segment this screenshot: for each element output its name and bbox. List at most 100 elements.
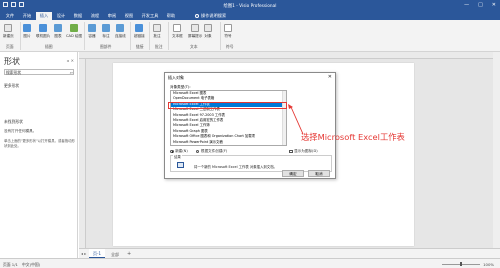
pin-icon[interactable]: ◂ [67, 58, 69, 63]
new-page-button[interactable]: 新建页 [3, 24, 14, 39]
annotation-text: 选择Microsoft Excel工作表 [301, 132, 405, 142]
radio-dot-icon [195, 149, 200, 154]
create-from-file-radio[interactable]: 根据文件创建(F) [195, 149, 228, 154]
textbox-icon [173, 24, 182, 32]
list-scrollbar[interactable] [282, 91, 286, 145]
show-as-icon-checkbox[interactable]: 显示为图标(D) [289, 149, 318, 154]
zoom-slider-handle[interactable] [460, 262, 462, 266]
group-label-comments: 批注 [155, 44, 163, 49]
shapes-title: 形状 [4, 57, 20, 66]
more-shapes-link[interactable]: 更多形状 [4, 83, 19, 89]
connector-button[interactable]: 连接线 [115, 24, 126, 39]
checkbox-icon [289, 149, 293, 154]
vertical-ruler [79, 59, 86, 248]
group-label-illustrations: 插图 [45, 44, 53, 49]
connector-icon [116, 24, 125, 32]
dialog-close-icon[interactable]: ✕ [328, 74, 332, 80]
language-status: 中文(中国) [22, 262, 41, 267]
comment-label: 批注 [153, 34, 161, 38]
tab-review[interactable]: 审阅 [104, 12, 120, 20]
object-button[interactable]: 对象 [204, 24, 212, 39]
symbol-button[interactable]: 符号 [224, 24, 232, 39]
ribbon: 新建页 图片 联机图片 图表 CAD 绘图 容器 标注 连接线 超链接 批注 文… [0, 20, 500, 52]
result-text: 将一个新的 Microsoft Excel 工作表 对象插入到文档。 [194, 165, 277, 169]
screentip-label: 屏幕提示 [188, 34, 203, 38]
page-nav-icon[interactable]: ◂ ▸ [81, 251, 86, 256]
horizontal-ruler [79, 52, 493, 59]
no-shapes-title: 未找到形状 [4, 119, 23, 124]
picture-button[interactable]: 图片 [23, 24, 31, 39]
maximize-button[interactable]: □ [478, 2, 483, 8]
object-label: 对象 [204, 34, 212, 38]
close-pane-icon[interactable]: ✕ [71, 58, 74, 63]
cad-label: CAD 绘图 [66, 34, 83, 38]
new-page-icon [4, 24, 13, 32]
ok-button[interactable]: 确定 [282, 170, 304, 177]
tab-home[interactable]: 开始 [19, 12, 35, 20]
chart-label: 图表 [54, 34, 62, 38]
tab-process[interactable]: 流程 [87, 12, 103, 20]
result-object-icon [177, 162, 184, 168]
hyperlink-button[interactable]: 超链接 [134, 24, 145, 39]
screentip-button[interactable]: 屏幕提示 [188, 24, 202, 39]
create-from-file-label: 根据文件创建(F) [200, 149, 228, 153]
chart-icon [54, 24, 62, 32]
callout-icon [102, 24, 110, 32]
callout-button[interactable]: 标注 [102, 24, 110, 39]
page-count: 页面 1/1 [3, 262, 18, 267]
ribbon-tabs: 文件 开始 插入 设计 数据 流程 审阅 视图 开发工具 帮助 操作说明搜索 [0, 11, 500, 20]
cancel-button[interactable]: 取消 [308, 170, 330, 177]
tab-file[interactable]: 文件 [2, 12, 18, 20]
object-icon [204, 24, 212, 32]
cad-icon [70, 24, 79, 32]
page-tabs-bar: ◂ ▸ 页-1 全部 + [79, 248, 500, 258]
vertical-scrollbar[interactable] [493, 52, 500, 248]
list-item[interactable]: Microsoft PowerPoint 演示文稿 [171, 140, 286, 145]
result-label: 结果 [173, 153, 182, 159]
add-page-button[interactable]: + [127, 251, 131, 257]
object-type-list[interactable]: Microsoft Excel 图表 OpenDocument 电子表格 Mic… [170, 90, 287, 146]
online-picture-label: 联机图片 [36, 34, 51, 38]
window-title: 绘图1 - Visio Professional [223, 4, 277, 9]
comment-icon [153, 24, 161, 32]
container-label: 容器 [88, 34, 96, 38]
page-tab[interactable]: 页-1 [89, 249, 105, 258]
tell-me-search[interactable]: 操作说明搜索 [195, 13, 226, 19]
new-page-label: 新建页 [3, 34, 14, 38]
minimize-button[interactable]: — [464, 2, 469, 8]
all-pages-tab[interactable]: 全部 [111, 252, 119, 258]
tab-help[interactable]: 帮助 [163, 12, 179, 20]
collapse-pane-icon[interactable]: ‹ [72, 70, 74, 75]
dialog-title: 插入对象 [168, 75, 184, 80]
tab-design[interactable]: 设计 [53, 12, 69, 20]
textbox-button[interactable]: 文本框 [172, 24, 183, 39]
comment-button[interactable]: 批注 [153, 24, 161, 39]
search-shapes-input[interactable]: 搜索形状 ⌕ [4, 69, 74, 75]
picture-icon [23, 24, 31, 32]
online-picture-button[interactable]: 联机图片 [36, 24, 50, 39]
search-shapes-placeholder: 搜索形状 [6, 70, 22, 75]
tab-view[interactable]: 视图 [121, 12, 137, 20]
connector-label: 连接线 [115, 34, 126, 38]
selection-highlight-box [168, 102, 287, 109]
status-bar: 页面 1/1 中文(中国) 100% [0, 258, 500, 268]
drag-hint-text: 单击上面的"更多形状"以打开模具，或者拖动形状到此处。 [4, 139, 75, 148]
group-label-pages: 页面 [6, 44, 14, 49]
shapes-pane: 形状 ◂ ✕ 搜索形状 ⌕ 更多形状 未找到形状 没有打开任何模具。 单击上面的… [0, 52, 78, 258]
cad-drawing-button[interactable]: CAD 绘图 [66, 24, 82, 39]
symbol-icon [224, 24, 232, 32]
textbox-label: 文本框 [172, 34, 183, 38]
container-icon [88, 24, 96, 32]
group-label-text: 文本 [190, 44, 198, 49]
tab-data[interactable]: 数据 [70, 12, 86, 20]
tab-insert[interactable]: 插入 [36, 12, 52, 20]
close-button[interactable]: ✕ [492, 2, 496, 8]
group-label-links: 链接 [136, 44, 144, 49]
chart-button[interactable]: 图表 [54, 24, 62, 39]
lightbulb-icon [195, 13, 199, 18]
online-picture-icon [39, 24, 48, 32]
container-button[interactable]: 容器 [88, 24, 96, 39]
tab-developer[interactable]: 开发工具 [138, 12, 162, 20]
zoom-level[interactable]: 100% [483, 262, 494, 267]
picture-label: 图片 [23, 34, 31, 38]
